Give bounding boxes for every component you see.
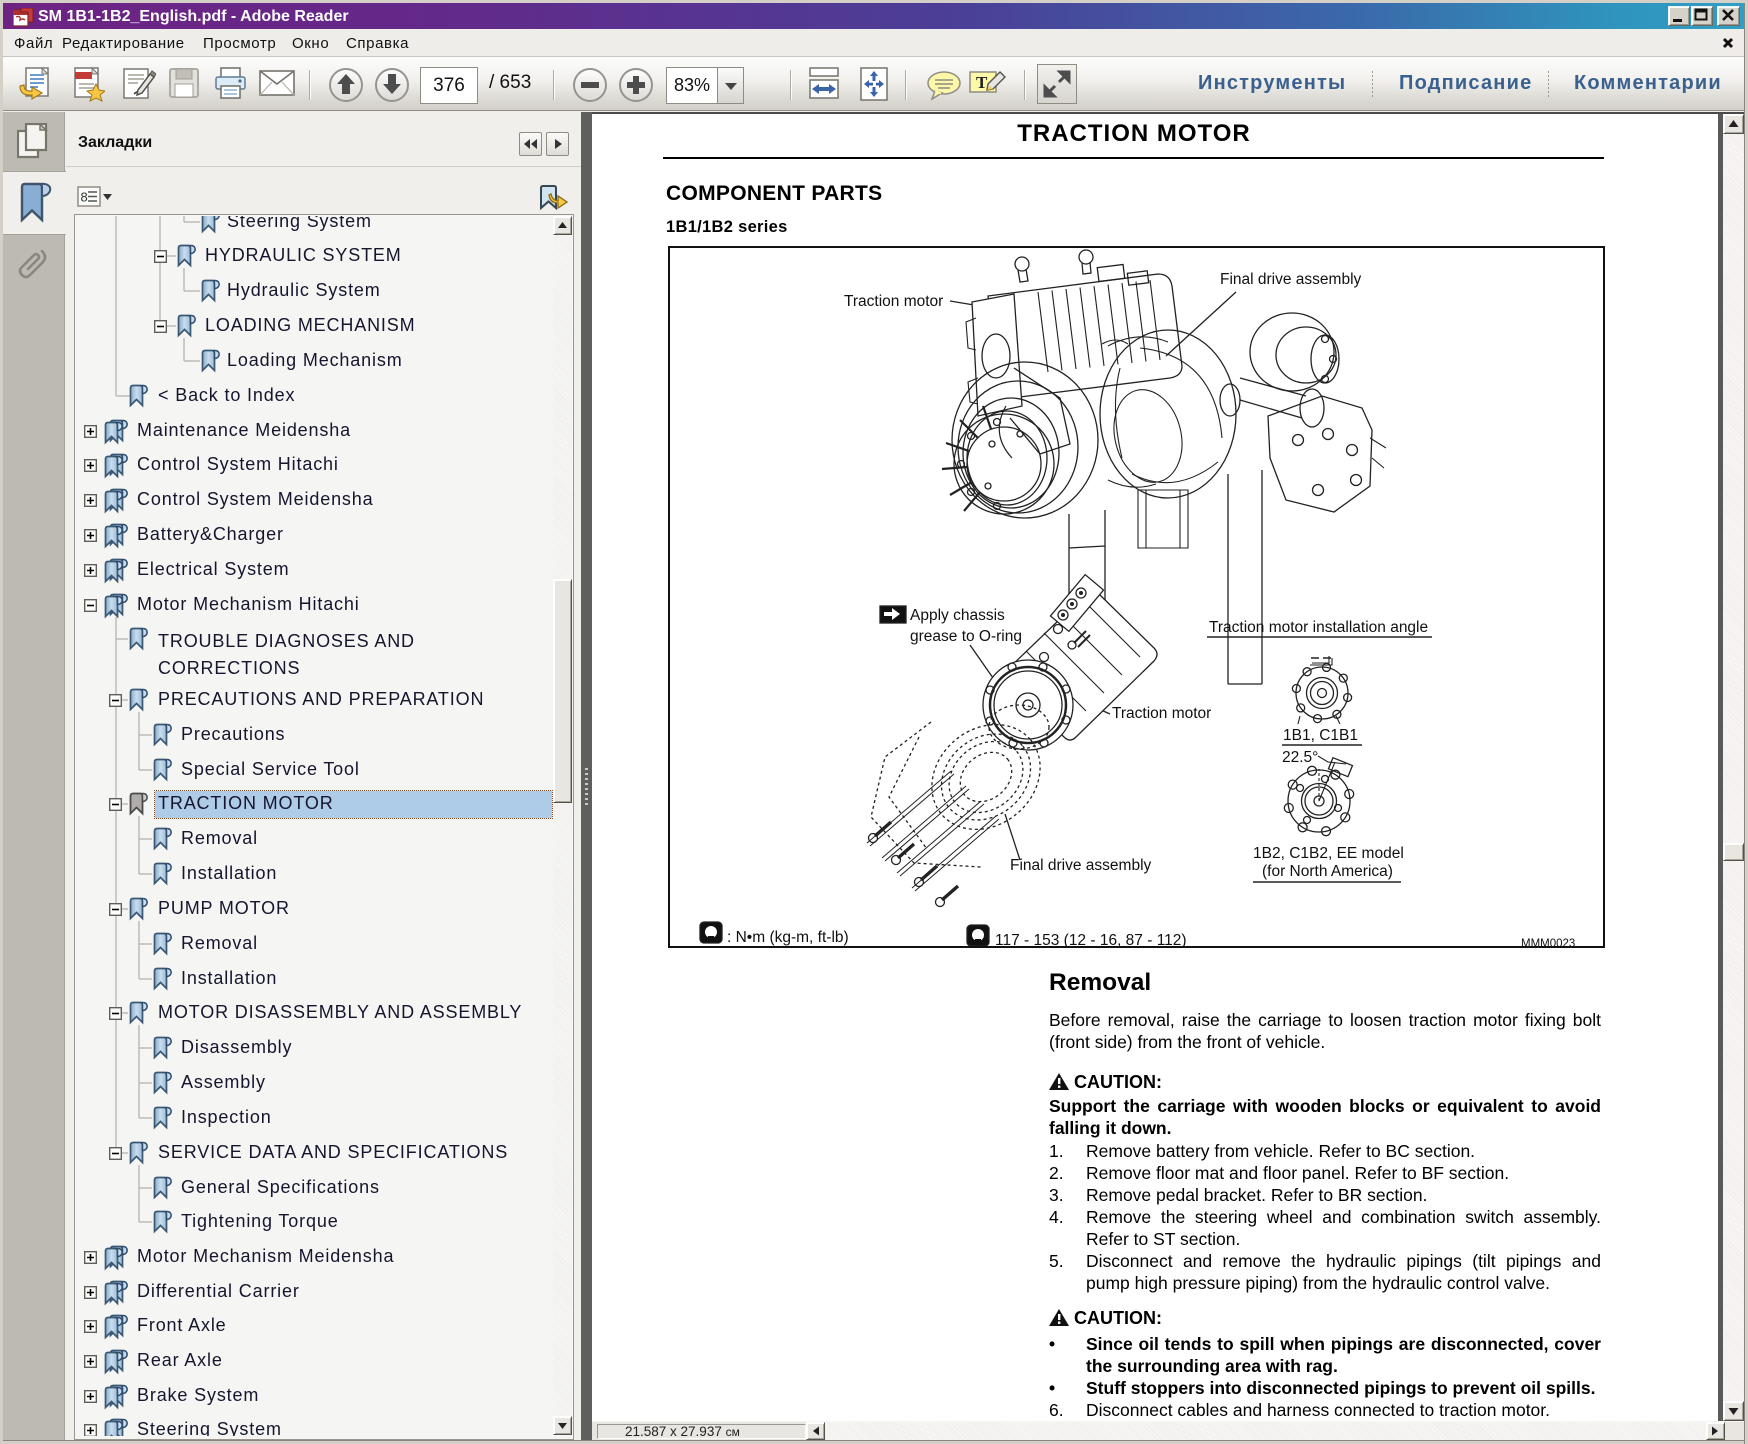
svg-text:(for North America): (for North America) xyxy=(1262,863,1393,880)
svg-text:1B1, C1B1: 1B1, C1B1 xyxy=(1283,727,1358,744)
svg-text:Final drive assembly: Final drive assembly xyxy=(1010,857,1152,874)
svg-text:Traction motor: Traction motor xyxy=(844,293,943,310)
svg-text:grease to O-ring: grease to O-ring xyxy=(910,628,1022,645)
svg-text:8: 8 xyxy=(81,190,88,205)
svg-text:Traction motor: Traction motor xyxy=(1112,705,1211,722)
svg-text:: N•m (kg-m, ft-lb): : N•m (kg-m, ft-lb) xyxy=(727,929,849,946)
svg-text:MMM0023: MMM0023 xyxy=(1521,938,1575,946)
svg-text:T: T xyxy=(976,73,988,92)
svg-text:Apply chassis: Apply chassis xyxy=(910,607,1005,624)
svg-text:1B2, C1B2, EE model: 1B2, C1B2, EE model xyxy=(1253,845,1404,862)
svg-text:Final drive assembly: Final drive assembly xyxy=(1220,271,1362,288)
svg-text:117 - 153 (12 - 16, 87 - 112): 117 - 153 (12 - 16, 87 - 112) xyxy=(995,932,1187,946)
svg-text:22.5°: 22.5° xyxy=(1282,749,1318,766)
svg-text:Traction motor installation an: Traction motor installation angle xyxy=(1209,619,1428,636)
